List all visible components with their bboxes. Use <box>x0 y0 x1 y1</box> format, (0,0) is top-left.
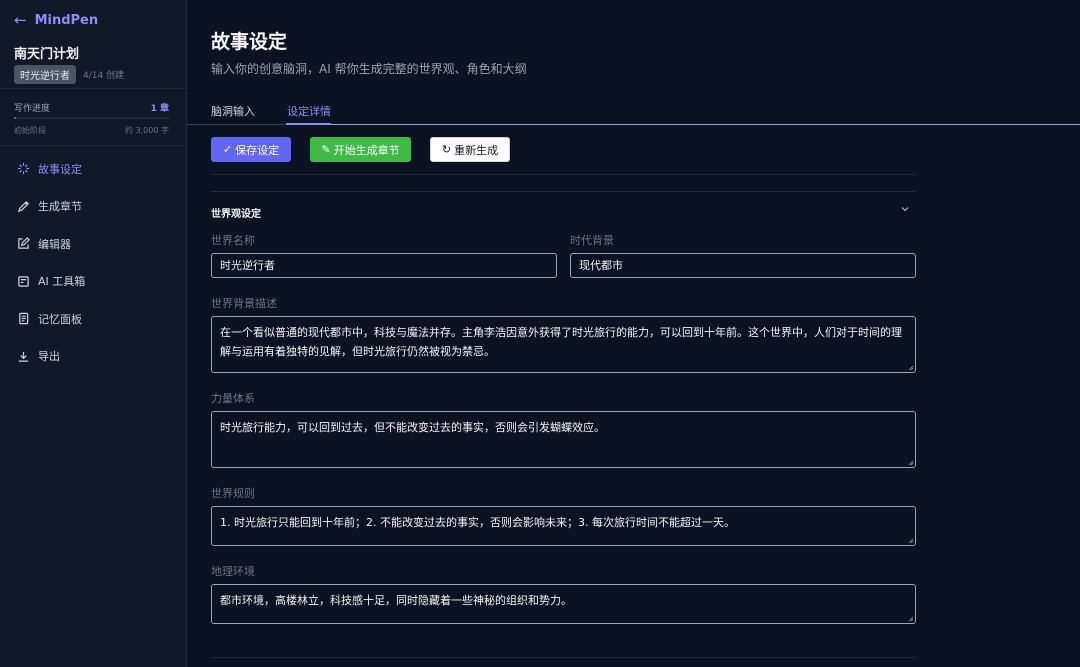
regenerate-label: 重新生成 <box>454 143 499 157</box>
progress-words: 约 3,000 字 <box>125 126 169 135</box>
power-system-label: 力量体系 <box>211 392 255 405</box>
sidebar-item-label: 编辑器 <box>38 237 71 251</box>
tab-brainstorm-input[interactable]: 脑洞输入 <box>211 103 255 126</box>
sidebar-item-label: 导出 <box>38 350 60 364</box>
divider <box>211 191 916 192</box>
divider <box>0 145 187 146</box>
divider <box>211 174 916 175</box>
project-tag: 时光逆行者 <box>14 65 76 84</box>
sidebar-item-label: AI 工具箱 <box>38 275 86 289</box>
power-system-textarea[interactable]: 时光旅行能力，可以回到过去，但不能改变过去的事实，否则会引发蝴蝶效应。 <box>211 411 916 468</box>
created-date: 4/14 创建 <box>83 71 125 81</box>
geography-value: 都市环境，高楼林立，科技感十足，同时隐藏着一些神秘的组织和势力。 <box>220 594 572 607</box>
sparkle-icon <box>17 163 30 175</box>
section-title-world: 世界观设定 <box>211 209 261 220</box>
sidebar-item-memory-panel[interactable]: 记忆面板 <box>0 300 186 338</box>
refresh-icon: ↻ <box>441 143 452 156</box>
geography-label: 地理环境 <box>211 565 255 578</box>
resize-handle-icon[interactable] <box>908 460 914 466</box>
world-rules-label: 世界规则 <box>211 487 255 500</box>
world-background-label: 世界背景描述 <box>211 297 277 310</box>
action-bar: ✓ 保存设定 ✎ 开始生成章节 ↻ 重新生成 <box>211 137 510 162</box>
chevron-down-icon[interactable] <box>900 204 910 214</box>
start-generate-button[interactable]: ✎ 开始生成章节 <box>310 137 411 162</box>
divider <box>0 88 187 89</box>
save-label: 保存设定 <box>235 143 280 157</box>
progress-fill <box>14 117 16 119</box>
world-background-value: 在一个看似普通的现代都市中，科技与魔法并存。主角李浩因意外获得了时光旅行的能力，… <box>220 326 902 358</box>
world-rules-textarea[interactable]: 1. 时光旅行只能回到十年前；2. 不能改变过去的事实，否则会影响未来；3. 每… <box>211 506 916 546</box>
resize-handle-icon[interactable] <box>908 365 914 371</box>
brand-name: MindPen <box>34 12 99 28</box>
power-system-value: 时光旅行能力，可以回到过去，但不能改变过去的事实，否则会引发蝴蝶效应。 <box>220 421 605 434</box>
toolbox-icon <box>18 276 29 287</box>
divider <box>211 657 916 658</box>
sidebar-item-export[interactable]: 导出 <box>0 338 186 376</box>
resize-handle-icon[interactable] <box>908 616 914 622</box>
sidebar-item-ai-toolbox[interactable]: AI 工具箱 <box>0 263 186 301</box>
progress-label: 写作进度 <box>14 104 51 114</box>
edit-icon <box>18 237 30 249</box>
world-name-value: 时光逆行者 <box>220 259 275 272</box>
project-title: 南天门计划 <box>14 47 80 62</box>
active-tab-indicator <box>286 123 331 125</box>
era-label: 时代背景 <box>570 234 614 247</box>
world-background-textarea[interactable]: 在一个看似普通的现代都市中，科技与魔法并存。主角李浩因意外获得了时光旅行的能力，… <box>211 316 916 373</box>
back-to-home[interactable]: ← MindPen <box>14 12 98 28</box>
era-input[interactable]: 现代都市 <box>570 253 916 278</box>
sidebar-item-label: 故事设定 <box>38 162 82 176</box>
progress-value: 1 章 <box>150 104 169 114</box>
page-subtitle: 输入你的创意脑洞，AI 帮你生成完整的世界观、角色和大纲 <box>211 62 527 76</box>
project-meta: 时光逆行者 4/14 创建 <box>14 65 124 84</box>
page-title: 故事设定 <box>211 31 288 53</box>
main-content: 故事设定 输入你的创意脑洞，AI 帮你生成完整的世界观、角色和大纲 脑洞输入 设… <box>187 0 1080 667</box>
check-icon: ✓ <box>222 143 233 156</box>
sidebar-item-generate-chapters[interactable]: 生成章节 <box>0 188 186 226</box>
tab-divider-accent <box>331 124 1080 125</box>
download-icon <box>18 351 29 362</box>
sidebar-item-editor[interactable]: 编辑器 <box>0 225 186 263</box>
regenerate-button[interactable]: ↻ 重新生成 <box>430 137 510 162</box>
world-rules-value: 1. 时光旅行只能回到十年前；2. 不能改变过去的事实，否则会影响未来；3. 每… <box>220 516 735 529</box>
notebook-icon <box>19 313 29 325</box>
sidebar: ← MindPen 南天门计划 时光逆行者 4/14 创建 写作进度 1 章 初… <box>0 0 187 667</box>
sidebar-item-label: 生成章节 <box>38 200 82 214</box>
arrow-left-icon: ← <box>14 11 27 29</box>
geography-textarea[interactable]: 都市环境，高楼林立，科技感十足，同时隐藏着一些神秘的组织和势力。 <box>211 584 916 624</box>
save-settings-button[interactable]: ✓ 保存设定 <box>211 137 291 162</box>
sidebar-nav: 故事设定 生成章节 编辑器 AI 工具箱 记忆面板 导出 <box>0 150 186 375</box>
generate-label: 开始生成章节 <box>333 143 400 157</box>
pen-icon: ✎ <box>321 143 331 156</box>
era-value: 现代都市 <box>579 259 623 272</box>
pen-icon <box>17 200 29 212</box>
sidebar-item-label: 记忆面板 <box>38 312 82 326</box>
world-name-label: 世界名称 <box>211 234 255 247</box>
resize-handle-icon[interactable] <box>908 538 914 544</box>
progress-stage: 初始阶段 <box>14 126 46 135</box>
sidebar-item-story-settings[interactable]: 故事设定 <box>0 150 186 188</box>
progress-bar <box>14 117 170 119</box>
world-name-input[interactable]: 时光逆行者 <box>211 253 557 278</box>
